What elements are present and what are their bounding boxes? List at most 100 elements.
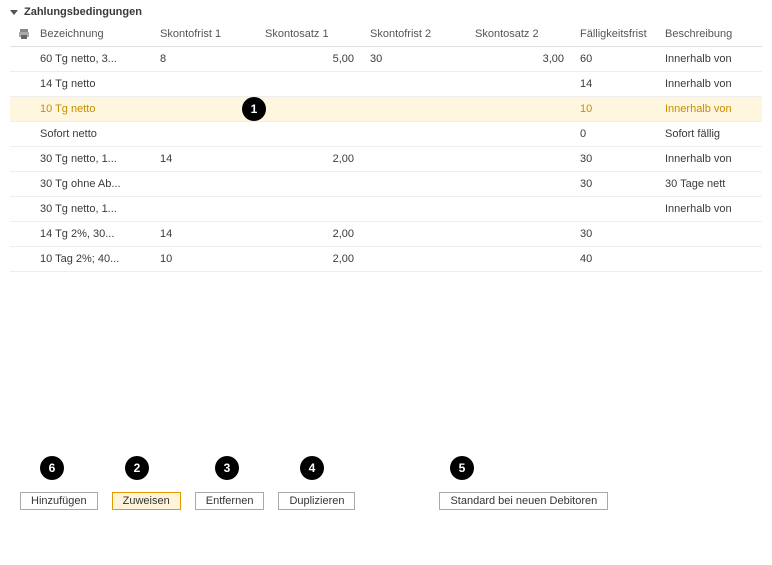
- cell-ss1: [257, 122, 362, 147]
- button-bar: Hinzufügen Zuweisen Entfernen Dupliziere…: [0, 492, 772, 530]
- cell-ss1: 2,00: [257, 147, 362, 172]
- print-column-header[interactable]: [10, 22, 32, 47]
- table-row[interactable]: 10 Tg netto 10Innerhalb von: [10, 97, 762, 122]
- cell-due: 60: [572, 47, 657, 72]
- cell-designation: 60 Tg netto, 3...: [32, 47, 152, 72]
- callout-3: 3: [215, 456, 239, 480]
- cell-sf1: 14: [152, 147, 257, 172]
- print-cell: [10, 197, 32, 222]
- duplicate-button[interactable]: Duplizieren: [278, 492, 355, 510]
- cell-ss2: [467, 247, 572, 272]
- cell-ss2: [467, 147, 572, 172]
- table-row[interactable]: 14 Tg netto 14Innerhalb von: [10, 72, 762, 97]
- col-discount-period-2[interactable]: Skontofrist 2: [362, 22, 467, 47]
- callout-2: 2: [125, 456, 149, 480]
- cell-ss2: [467, 222, 572, 247]
- print-icon: [18, 28, 30, 40]
- cell-ss2: [467, 197, 572, 222]
- cell-due: 0: [572, 122, 657, 147]
- new-debtor-default-button[interactable]: Standard bei neuen Debitoren: [439, 492, 608, 510]
- cell-due: 10: [572, 97, 657, 122]
- cell-designation: 14 Tg 2%, 30...: [32, 222, 152, 247]
- remove-button[interactable]: Entfernen: [195, 492, 265, 510]
- cell-ss1: [257, 97, 362, 122]
- col-due-date[interactable]: Fälligkeitsfrist: [572, 22, 657, 47]
- print-cell: [10, 147, 32, 172]
- table-row[interactable]: 30 Tg netto, 1... Innerhalb von: [10, 197, 762, 222]
- cell-description: Innerhalb von: [657, 147, 762, 172]
- cell-designation: 10 Tg netto: [32, 97, 152, 122]
- table-row[interactable]: 14 Tg 2%, 30...142,0030: [10, 222, 762, 247]
- cell-designation: 14 Tg netto: [32, 72, 152, 97]
- cell-ss2: 3,00: [467, 47, 572, 72]
- col-description[interactable]: Beschreibung: [657, 22, 762, 47]
- add-button[interactable]: Hinzufügen: [20, 492, 98, 510]
- print-cell: [10, 97, 32, 122]
- callout-6: 6: [40, 456, 64, 480]
- cell-description: 30 Tage nett: [657, 172, 762, 197]
- table-row[interactable]: 10 Tag 2%; 40...102,00 40: [10, 247, 762, 272]
- print-cell: [10, 47, 32, 72]
- callout-5: 5: [450, 456, 474, 480]
- print-cell: [10, 247, 32, 272]
- col-discount-rate-1[interactable]: Skontosatz 1: [257, 22, 362, 47]
- cell-ss2: [467, 172, 572, 197]
- cell-sf1: 10: [152, 247, 257, 272]
- cell-designation: 30 Tg ohne Ab...: [32, 172, 152, 197]
- col-discount-period-1[interactable]: Skontofrist 1: [152, 22, 257, 47]
- table-header-row: Bezeichnung Skontofrist 1 Skontosatz 1 S…: [10, 22, 762, 47]
- cell-designation: 30 Tg netto, 1...: [32, 197, 152, 222]
- cell-sf1: [152, 172, 257, 197]
- cell-due: 40: [572, 247, 657, 272]
- table-row[interactable]: Sofort netto 0Sofort fällig: [10, 122, 762, 147]
- cell-ss1: [257, 172, 362, 197]
- cell-sf2: [362, 197, 467, 222]
- col-discount-rate-2[interactable]: Skontosatz 2: [467, 22, 572, 47]
- cell-description: Innerhalb von: [657, 47, 762, 72]
- cell-description: Sofort fällig: [657, 122, 762, 147]
- section-header[interactable]: Zahlungsbedingungen: [10, 6, 762, 18]
- cell-ss2: [467, 122, 572, 147]
- cell-sf1: [152, 72, 257, 97]
- cell-designation: 10 Tag 2%; 40...: [32, 247, 152, 272]
- table-row[interactable]: 30 Tg netto, 1...142,0030Innerhalb von: [10, 147, 762, 172]
- cell-ss1: 5,00: [257, 47, 362, 72]
- payment-terms-table: Bezeichnung Skontofrist 1 Skontosatz 1 S…: [10, 22, 762, 272]
- cell-sf2: [362, 122, 467, 147]
- cell-sf1: [152, 122, 257, 147]
- print-cell: [10, 122, 32, 147]
- cell-description: [657, 247, 762, 272]
- table-row[interactable]: 30 Tg ohne Ab... 3030 Tage nett: [10, 172, 762, 197]
- cell-sf2: [362, 172, 467, 197]
- cell-designation: 30 Tg netto, 1...: [32, 147, 152, 172]
- cell-description: Innerhalb von: [657, 72, 762, 97]
- print-cell: [10, 72, 32, 97]
- cell-sf2: [362, 247, 467, 272]
- cell-description: [657, 222, 762, 247]
- table-row[interactable]: 60 Tg netto, 3...85,00303,0060Innerhalb …: [10, 47, 762, 72]
- cell-sf2: [362, 222, 467, 247]
- cell-due: [572, 197, 657, 222]
- cell-sf2: [362, 97, 467, 122]
- section-title: Zahlungsbedingungen: [24, 6, 142, 18]
- cell-sf1: [152, 97, 257, 122]
- caret-down-icon: [10, 10, 18, 15]
- cell-sf2: [362, 147, 467, 172]
- col-designation[interactable]: Bezeichnung: [32, 22, 152, 47]
- cell-due: 30: [572, 172, 657, 197]
- cell-ss1: 2,00: [257, 222, 362, 247]
- cell-sf1: [152, 197, 257, 222]
- cell-sf2: 30: [362, 47, 467, 72]
- cell-due: 30: [572, 222, 657, 247]
- cell-description: Innerhalb von: [657, 197, 762, 222]
- cell-description: Innerhalb von: [657, 97, 762, 122]
- cell-ss1: 2,00: [257, 247, 362, 272]
- assign-button[interactable]: Zuweisen: [112, 492, 181, 510]
- callout-4: 4: [300, 456, 324, 480]
- cell-due: 14: [572, 72, 657, 97]
- print-cell: [10, 222, 32, 247]
- cell-sf2: [362, 72, 467, 97]
- print-cell: [10, 172, 32, 197]
- cell-designation: Sofort netto: [32, 122, 152, 147]
- cell-sf1: 8: [152, 47, 257, 72]
